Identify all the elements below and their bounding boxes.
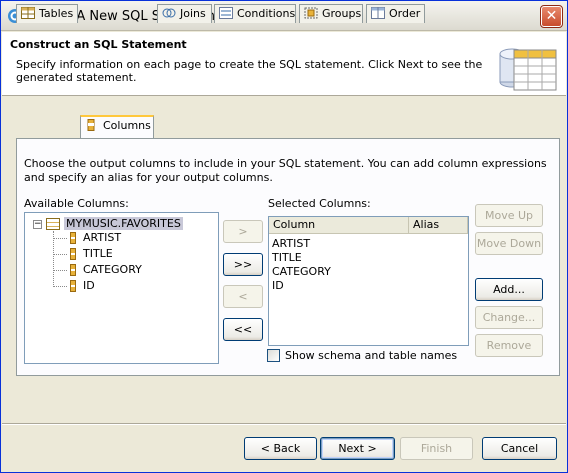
- column-header-alias[interactable]: Alias: [409, 217, 468, 234]
- add-column-button[interactable]: >: [223, 220, 263, 243]
- joins-icon: [162, 8, 176, 18]
- tab-label: Groups: [322, 7, 362, 20]
- header-description: Specify information on each page to crea…: [16, 58, 483, 84]
- column-icon: [70, 280, 76, 292]
- selected-columns-label: Selected Columns:: [268, 197, 371, 210]
- tab-conditions[interactable]: Conditions: [214, 4, 296, 23]
- table-icon: [21, 7, 35, 19]
- tab-columns[interactable]: Columns: [80, 115, 154, 138]
- table-row[interactable]: CATEGORY: [272, 265, 331, 279]
- header-title: Construct an SQL Statement: [10, 38, 187, 51]
- show-schema-label: Show schema and table names: [285, 349, 458, 362]
- instructions-text: Choose the output columns to include in …: [24, 157, 547, 184]
- columns-tab-panel: Choose the output columns to include in …: [16, 138, 560, 376]
- table-row[interactable]: ID: [272, 279, 284, 293]
- remove-column-button[interactable]: <: [223, 285, 263, 308]
- remove-button[interactable]: Remove: [475, 334, 543, 357]
- column-icon: [70, 232, 76, 244]
- footer-separator: [2, 423, 566, 425]
- tab-label: Tables: [39, 7, 74, 20]
- column-icon: [70, 264, 76, 276]
- finish-button[interactable]: Finish: [400, 437, 473, 460]
- column-header-column[interactable]: Column: [269, 217, 409, 234]
- table-graphic-icon: [499, 48, 557, 91]
- move-down-button[interactable]: Move Down: [475, 232, 543, 255]
- selected-columns-table[interactable]: Column Alias ARTIST TITLE CATEGORY ID: [268, 216, 469, 346]
- wizard-header: Construct an SQL Statement Specify infor…: [2, 32, 566, 96]
- table-row[interactable]: TITLE: [272, 251, 302, 265]
- collapse-toggle-icon[interactable]: −: [33, 220, 42, 229]
- add-all-columns-button[interactable]: >>: [223, 253, 263, 276]
- conditions-icon: [219, 7, 233, 19]
- tab-label: Order: [389, 7, 421, 20]
- tree-line: [53, 238, 67, 239]
- tab-joins[interactable]: Joins: [157, 4, 212, 23]
- tree-item-column[interactable]: ARTIST: [83, 231, 121, 247]
- back-button[interactable]: < Back: [244, 437, 317, 460]
- available-columns-tree[interactable]: − MYMUSIC.FAVORITES ARTIST TITLE CATEGOR…: [24, 212, 219, 364]
- tree-item-column[interactable]: ID: [83, 279, 95, 295]
- tree-line: [53, 270, 67, 271]
- add-expression-button[interactable]: Add...: [475, 278, 543, 301]
- tab-label: Joins: [180, 7, 206, 20]
- groups-icon: [304, 7, 318, 19]
- tree-line: [53, 254, 67, 255]
- order-icon: [371, 7, 385, 19]
- tree-line: [53, 286, 67, 287]
- table-name: MYMUSIC.FAVORITES: [64, 217, 183, 230]
- tab-label: Conditions: [237, 7, 296, 20]
- next-button[interactable]: Next >: [320, 437, 395, 460]
- available-columns-label: Available Columns:: [24, 197, 129, 210]
- tab-tables[interactable]: Tables: [16, 4, 78, 23]
- tree-item-column[interactable]: TITLE: [83, 247, 113, 263]
- tree-item-column[interactable]: CATEGORY: [83, 263, 142, 279]
- close-button[interactable]: ✕: [540, 5, 563, 28]
- remove-all-columns-button[interactable]: <<: [223, 318, 263, 341]
- cancel-button[interactable]: Cancel: [482, 437, 557, 460]
- tab-groups[interactable]: Groups: [299, 4, 363, 23]
- tree-item-table[interactable]: MYMUSIC.FAVORITES: [64, 217, 183, 233]
- table-row[interactable]: ARTIST: [272, 237, 310, 251]
- columns-icon: [87, 119, 95, 131]
- column-icon: [70, 248, 76, 260]
- dialog-window: Create A New SQL Statement ✕ Construct a…: [0, 0, 568, 473]
- change-button[interactable]: Change...: [475, 306, 543, 329]
- move-up-button[interactable]: Move Up: [475, 204, 543, 227]
- tab-label: Columns: [103, 119, 151, 132]
- table-icon: [46, 218, 60, 230]
- tab-order[interactable]: Order: [366, 4, 425, 23]
- show-schema-checkbox[interactable]: [267, 349, 280, 362]
- tree-line: [53, 231, 54, 287]
